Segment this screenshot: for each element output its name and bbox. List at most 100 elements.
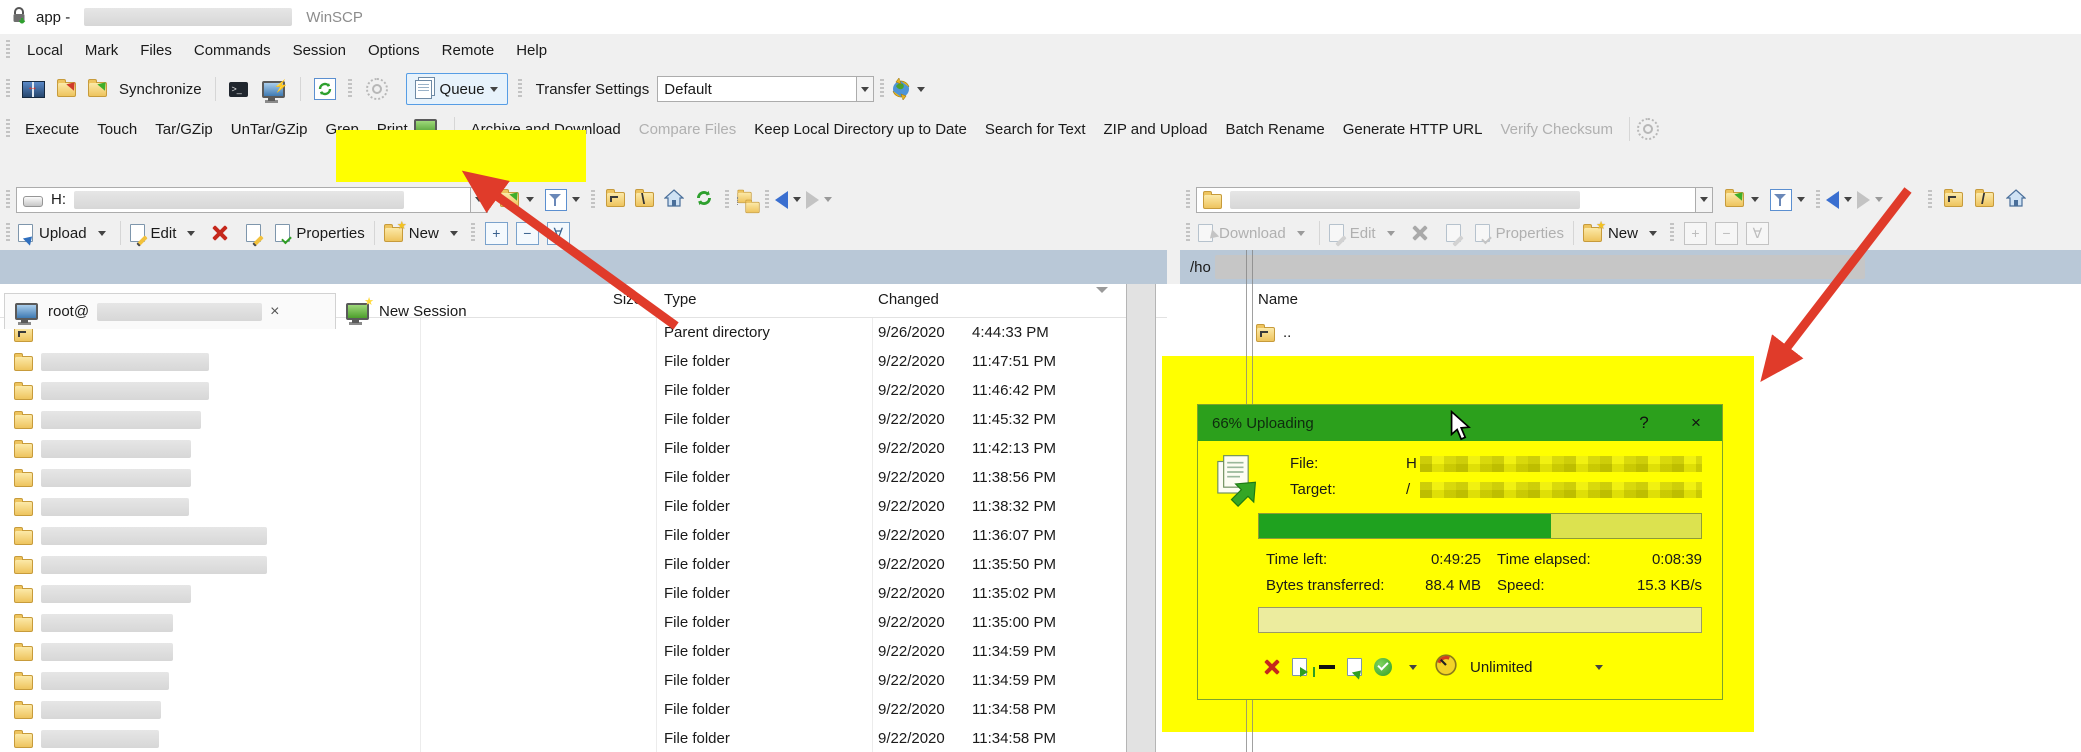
address-grip[interactable] [725,190,729,210]
properties-button[interactable]: Properties [273,224,366,242]
menu-commands[interactable]: Commands [183,42,282,59]
cancel-transfer-icon[interactable] [1264,659,1280,675]
transfer-options-caret[interactable] [1409,665,1417,670]
table-row[interactable]: File folder 9/22/202011:34:59 PM [0,666,1167,695]
cmd-search-for-text[interactable]: Search for Text [976,121,1095,138]
back-icon[interactable] [1826,191,1839,209]
local-address-combo[interactable]: H: [16,187,471,213]
cmd-touch[interactable]: Touch [88,121,146,138]
cmd-keep-local-dir-up-to-date[interactable]: Keep Local Directory up to Date [745,121,976,138]
unselect-minus-icon[interactable]: − [516,222,539,245]
open-directory-icon[interactable] [500,192,519,207]
toolbar-grip[interactable] [6,79,10,99]
back-caret[interactable] [793,197,801,202]
menu-remote[interactable]: Remote [431,42,506,59]
menu-local[interactable]: Local [16,42,74,59]
preferences-gear-icon[interactable] [366,78,388,100]
upload-button[interactable]: Upload [16,224,113,242]
filter-icon[interactable] [545,189,567,211]
toolbar-grip[interactable] [518,79,522,99]
table-row[interactable]: File folder 9/22/202011:34:59 PM [0,637,1167,666]
address-grip[interactable] [1816,190,1820,210]
active-session-tab[interactable]: root@ × [4,293,336,329]
speed-limit-value[interactable]: Unlimited [1470,659,1533,676]
table-row[interactable]: File folder 9/22/202011:34:58 PM [0,724,1167,752]
table-row[interactable]: File folder 9/22/202011:47:51 PM [0,347,1167,376]
open-in-putty-icon[interactable]: ⚡ [262,81,285,98]
filter-icon[interactable] [1770,189,1792,211]
cmd-batch-rename[interactable]: Batch Rename [1216,121,1333,138]
address-grip[interactable] [765,190,769,210]
synchronize-button[interactable]: Synchronize [119,81,202,98]
buttons-grip[interactable] [1670,223,1674,243]
new-button[interactable]: New [382,224,465,242]
queue-dropdown-caret[interactable] [490,87,498,92]
transfer-settings-label[interactable]: Transfer Settings [536,81,650,98]
back-caret[interactable] [1844,197,1852,202]
menu-mark[interactable]: Mark [74,42,129,59]
table-row[interactable]: File folder 9/22/202011:42:13 PM [0,434,1167,463]
sort-descending-indicator[interactable] [1096,287,1108,293]
customize-commands-gear-icon[interactable] [1637,118,1659,140]
filter-caret[interactable] [572,197,580,202]
remote-address-combo[interactable] [1196,187,1696,213]
column-type[interactable]: Type [664,291,697,308]
transfer-settings-caret[interactable] [857,76,874,102]
select-plus-icon[interactable]: + [485,222,508,245]
dialog-close-button[interactable]: × [1684,411,1708,435]
cmd-execute[interactable]: Execute [16,121,88,138]
table-row[interactable]: File folder 9/22/202011:45:32 PM [0,405,1167,434]
local-list-scrollbar[interactable] [1126,284,1156,752]
menu-files[interactable]: Files [129,42,183,59]
refresh-icon[interactable] [694,188,714,212]
menu-session[interactable]: Session [282,42,357,59]
address-grip[interactable] [6,190,10,210]
new-button[interactable]: New [1581,224,1664,242]
speed-limit-caret[interactable] [1595,665,1603,670]
sync-local-icon[interactable] [88,82,107,97]
table-row[interactable]: File folder 9/22/202011:36:07 PM [0,521,1167,550]
dialog-help-button[interactable]: ? [1632,411,1656,435]
globe-dropdown-caret[interactable] [917,87,925,92]
address-grip[interactable] [1186,190,1190,210]
table-row[interactable]: File folder 9/22/202011:35:50 PM [0,550,1167,579]
skip-file-icon[interactable] [1292,658,1307,676]
table-row[interactable]: File folder 9/22/202011:35:02 PM [0,579,1167,608]
table-row[interactable]: File folder 9/22/202011:34:58 PM [0,695,1167,724]
transfer-settings-select[interactable]: Default [657,76,857,102]
new-caret[interactable] [450,231,458,236]
directory-tree-icon[interactable] [735,189,759,211]
move-to-background-icon[interactable] [1347,658,1362,676]
address-grip[interactable] [591,190,595,210]
cmd-zip-and-upload[interactable]: ZIP and Upload [1095,121,1217,138]
refresh-panel-icon[interactable] [314,78,336,100]
cmd-untar-gzip[interactable]: UnTar/GZip [222,121,317,138]
toolbar-grip[interactable] [880,79,884,99]
commands-grip[interactable] [6,119,10,139]
address-grip[interactable] [1928,190,1932,210]
filter-caret[interactable] [1797,197,1805,202]
column-changed[interactable]: Changed [878,291,939,308]
table-row[interactable]: .. [1180,318,2081,347]
back-icon[interactable] [775,191,788,209]
sync-remote-icon[interactable] [57,82,76,97]
new-caret[interactable] [1649,231,1657,236]
edit-button[interactable]: Edit [128,224,203,242]
buttons-grip[interactable] [471,223,475,243]
local-address-caret[interactable] [471,187,488,213]
table-row[interactable]: File folder 9/22/202011:38:56 PM [0,463,1167,492]
edit-caret[interactable] [187,231,195,236]
rename-icon[interactable] [246,224,261,242]
upload-caret[interactable] [98,231,106,236]
open-directory-caret[interactable] [526,197,534,202]
table-row[interactable]: File folder 9/22/202011:38:32 PM [0,492,1167,521]
cmd-tar-gzip[interactable]: Tar/GZip [146,121,222,138]
speed-limit-icon[interactable] [1434,653,1458,681]
table-row[interactable]: File folder 9/22/202011:46:42 PM [0,376,1167,405]
transfer-options-icon[interactable] [1374,658,1392,676]
column-name[interactable]: Name [1258,291,1298,308]
queue-button[interactable]: Queue [406,73,508,105]
delete-icon[interactable] [212,225,228,241]
menu-help[interactable]: Help [505,42,558,59]
home-directory-icon[interactable] [664,189,684,211]
